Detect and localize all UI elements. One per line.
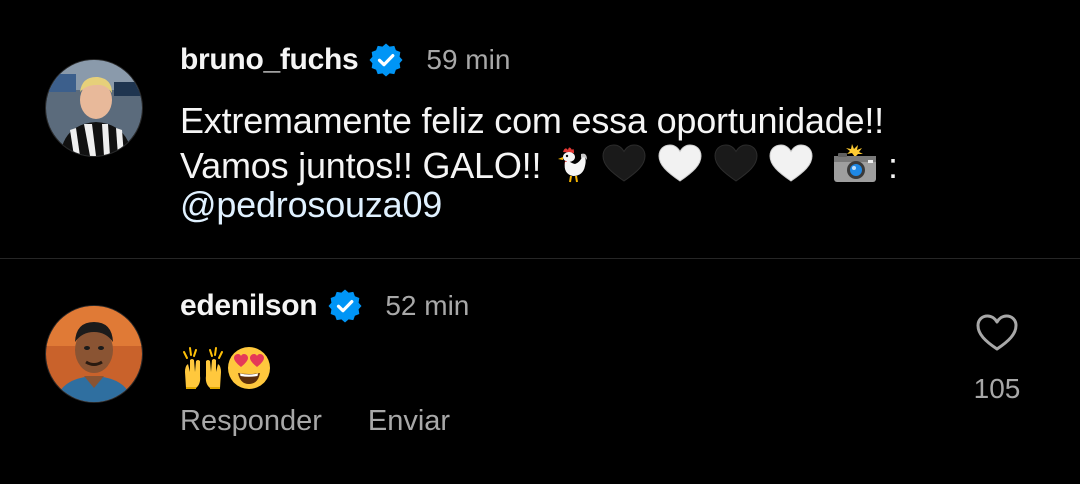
raising-hands-emoji-icon — [180, 346, 226, 390]
verified-badge-icon — [327, 288, 363, 324]
comment-item: edenilson 52 min Responder Enviar 105 — [0, 259, 1080, 484]
caption-text-start: Vamos juntos!! GALO!! — [180, 145, 542, 186]
reply-button[interactable]: Responder — [180, 405, 322, 438]
white-heart-emoji-icon — [768, 144, 814, 184]
camera-with-flash-emoji-icon — [832, 142, 878, 184]
heart-eyes-emoji-icon — [226, 345, 272, 391]
like-count: 105 — [973, 373, 1021, 404]
post-username[interactable]: bruno_fuchs — [180, 43, 359, 77]
bruno-fuchs-avatar-image — [46, 60, 142, 156]
comment-header: edenilson 52 min — [180, 286, 469, 326]
send-button[interactable]: Enviar — [368, 405, 450, 438]
avatar[interactable] — [45, 305, 143, 403]
avatar[interactable] — [45, 59, 143, 157]
comment-username[interactable]: edenilson — [180, 289, 318, 323]
post-header: bruno_fuchs 59 min — [180, 40, 510, 80]
caption-line-1: Extremamente feliz com essa oportunidade… — [180, 100, 884, 141]
heart-outline-icon[interactable] — [975, 313, 1019, 353]
caption-text: Extremamente feliz com essa oportunidade… — [180, 100, 1020, 226]
black-heart-emoji-icon — [713, 144, 759, 184]
edenilson-avatar-image — [46, 306, 142, 402]
caption-colon: : — [887, 145, 898, 186]
like-control: 105 — [962, 313, 1032, 405]
post-timestamp: 59 min — [426, 44, 511, 75]
comment-actions: Responder Enviar — [180, 405, 496, 438]
mention-link[interactable]: @pedrosouza09 — [180, 184, 1020, 226]
comment-text — [180, 345, 272, 391]
comment-timestamp: 52 min — [385, 290, 470, 321]
black-heart-emoji-icon — [601, 144, 647, 184]
caption-line-2: Vamos juntos!! GALO!!: — [180, 142, 1020, 186]
white-heart-emoji-icon — [657, 144, 703, 184]
rooster-emoji-icon — [551, 144, 591, 184]
verified-badge-icon — [368, 42, 404, 78]
post-caption: bruno_fuchs 59 min Extremamente feliz co… — [0, 0, 1080, 258]
